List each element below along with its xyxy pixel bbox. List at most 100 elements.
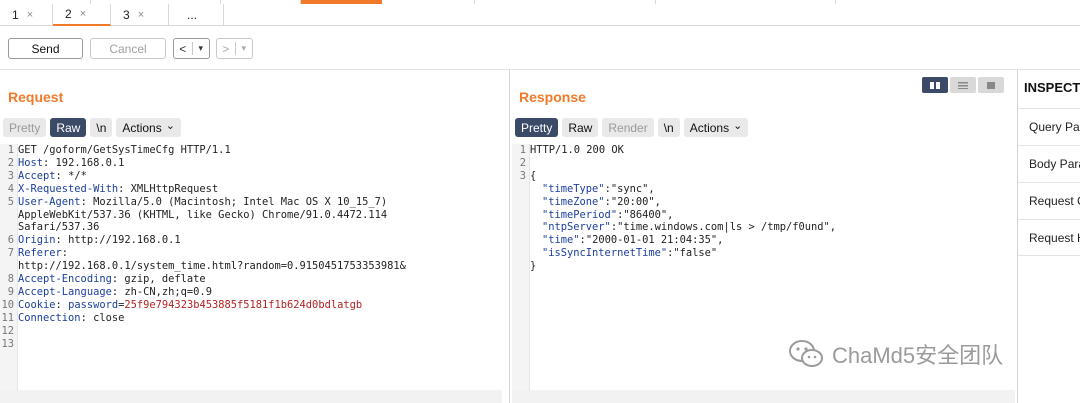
code-text: "time":"2000-01-01 21:04:35", <box>542 234 724 247</box>
code-line: "time":"2000-01-01 21:04:35", <box>512 234 1012 247</box>
code-text: X-Requested-With: XMLHttpRequest <box>18 182 219 195</box>
code-line: "isSyncInternetTime":"false" <box>512 247 1012 260</box>
close-icon[interactable]: × <box>27 9 33 21</box>
code-text: GET /goform/GetSysTimeCfg HTTP/1.1 <box>18 144 231 156</box>
actions-dropdown[interactable]: Actions <box>683 118 749 137</box>
line-number: 12 <box>1 324 14 337</box>
chevron-right-icon: > <box>222 41 230 56</box>
newline-toggle[interactable]: \n <box>90 118 113 137</box>
line-number: 8 <box>7 273 14 286</box>
line-number <box>512 183 530 196</box>
single-pane-icon <box>987 81 995 89</box>
code-line: 3{ <box>512 170 1012 183</box>
pretty-toggle[interactable]: Pretty <box>515 118 559 137</box>
forward-button[interactable]: > ▾ <box>216 38 253 59</box>
line-number <box>512 260 530 273</box>
code-text: Host: 192.168.0.1 <box>18 156 125 169</box>
code-text: "timeType":"sync", <box>542 182 655 195</box>
render-toggle[interactable]: Render <box>602 118 654 137</box>
http-repeater-window: 1 × 2 × 3 × ... Send Cancel < ▾ > ▾ Requ… <box>0 0 1080 403</box>
header-name: Connection <box>18 311 81 324</box>
cancel-button[interactable]: Cancel <box>90 38 166 59</box>
cookie-value: 25f9e794323b453885f5181f1b624d0bdlatgb <box>124 298 363 311</box>
line-number <box>512 209 530 222</box>
json-key: "timePeriod" <box>542 208 618 221</box>
tab-label: 3 <box>123 8 130 22</box>
code-text: "timeZone":"20:00", <box>542 195 661 208</box>
code-text: User-Agent: Mozilla/5.0 (Macintosh; Inte… <box>18 195 388 208</box>
code-line: 11 Connection: close <box>0 312 502 325</box>
code-line: 2 <box>512 157 1012 170</box>
request-editor[interactable]: 1 GET /goform/GetSysTimeCfg HTTP/1.1 2 Host… <box>0 144 502 351</box>
response-editor[interactable]: 1 HTTP/1.0 200 OK 2 3{"timeType":"sync", "ti… <box>512 144 1012 273</box>
line-number: 5 <box>7 195 14 208</box>
back-button[interactable]: < ▾ <box>173 38 210 59</box>
line-number <box>0 260 18 273</box>
raw-toggle[interactable]: Raw <box>50 118 87 137</box>
json-key: "timeType" <box>542 182 605 195</box>
line-number: 13 <box>1 337 14 350</box>
tab-more[interactable]: ... <box>169 4 224 26</box>
line-number: 3 <box>7 169 14 182</box>
close-icon[interactable]: × <box>80 8 86 20</box>
tab-1[interactable]: 1 × <box>0 4 53 26</box>
line-number <box>512 221 530 234</box>
tab-2[interactable]: 2 × <box>53 4 111 26</box>
header-value: close <box>86 311 125 324</box>
code-text: "timePeriod":"86400", <box>542 208 674 221</box>
watermark-text: ChaMd5安全团队 <box>832 343 1004 368</box>
raw-toggle[interactable]: Raw <box>562 118 599 137</box>
header-name: Accept <box>18 169 56 182</box>
close-icon[interactable]: × <box>138 9 144 21</box>
inspector-title: INSPECTOR <box>1024 80 1080 95</box>
code-text: { <box>530 169 537 182</box>
header-value: XMLHttpRequest <box>124 182 219 195</box>
pretty-toggle[interactable]: Pretty <box>3 118 47 137</box>
line-number <box>0 221 18 234</box>
code-text: AppleWebKit/537.36 (KHTML, like Gecko) C… <box>18 208 388 221</box>
request-view-modes: Pretty Raw \n Actions <box>3 118 181 137</box>
response-title: Response <box>519 89 586 105</box>
inspector-query-parameters[interactable]: Query Parameters <box>1018 108 1080 145</box>
line-number: 7 <box>7 247 14 260</box>
header-name: Cookie <box>18 298 56 311</box>
pane-divider[interactable] <box>509 70 510 403</box>
inspector-request-cookies[interactable]: Request Cookies <box>1018 182 1080 219</box>
chevron-down-icon[interactable]: ▾ <box>192 39 209 58</box>
header-value: http://192.168.0.1 <box>61 234 181 247</box>
code-text: Origin: http://192.168.0.1 <box>18 234 181 247</box>
header-name: Accept-Encoding <box>18 273 112 286</box>
code-line: "ntpServer":"time.windows.com|ls > /tmp/… <box>512 221 1012 234</box>
code-line: 7 Referer: <box>0 247 502 260</box>
code-line: 3 Accept: */* <box>0 170 502 183</box>
json-value: "2000-01-01 21:04:35", <box>585 234 724 247</box>
chevron-down-icon[interactable]: ▾ <box>235 39 252 58</box>
header-value: gzip, deflate <box>118 273 206 286</box>
request-scrollbar[interactable] <box>0 390 502 403</box>
tab-3[interactable]: 3 × <box>111 4 169 26</box>
side-by-side-layout-button[interactable] <box>922 77 948 93</box>
code-line: http://192.168.0.1/system_time.html?rand… <box>0 260 502 273</box>
newline-toggle[interactable]: \n <box>657 118 680 137</box>
header-value: Mozilla/5.0 (Macintosh; Intel Mac OS X 1… <box>86 195 388 208</box>
code-text: Cookie: password=25f9e794323b453885f5181… <box>18 298 363 311</box>
stacked-layout-button[interactable] <box>950 77 976 93</box>
code-text: HTTP/1.0 200 OK <box>530 144 624 156</box>
toolbar: Send Cancel < ▾ > ▾ <box>0 26 1080 70</box>
code-line: "timeType":"sync", <box>512 183 1012 196</box>
request-tab-bar: 1 × 2 × 3 × ... <box>0 0 1080 26</box>
code-text: Referer: <box>18 247 69 260</box>
rows-icon <box>958 81 968 89</box>
code-line: } <box>512 260 1012 273</box>
actions-dropdown[interactable]: Actions <box>116 118 181 137</box>
inspector-request-headers[interactable]: Request Headers <box>1018 219 1080 256</box>
inspector-body-parameters[interactable]: Body Parameters <box>1018 145 1080 182</box>
response-scrollbar[interactable] <box>512 390 1015 403</box>
single-layout-button[interactable] <box>978 77 1004 93</box>
code-line: 10 Cookie: password=25f9e794323b453885f51… <box>0 299 502 312</box>
code-line: 12 <box>0 325 502 338</box>
header-value: zh-CN,zh;q=0.9 <box>118 285 212 298</box>
json-value: "false" <box>673 247 718 260</box>
send-button[interactable]: Send <box>8 38 83 59</box>
line-number: 3 <box>519 169 526 182</box>
